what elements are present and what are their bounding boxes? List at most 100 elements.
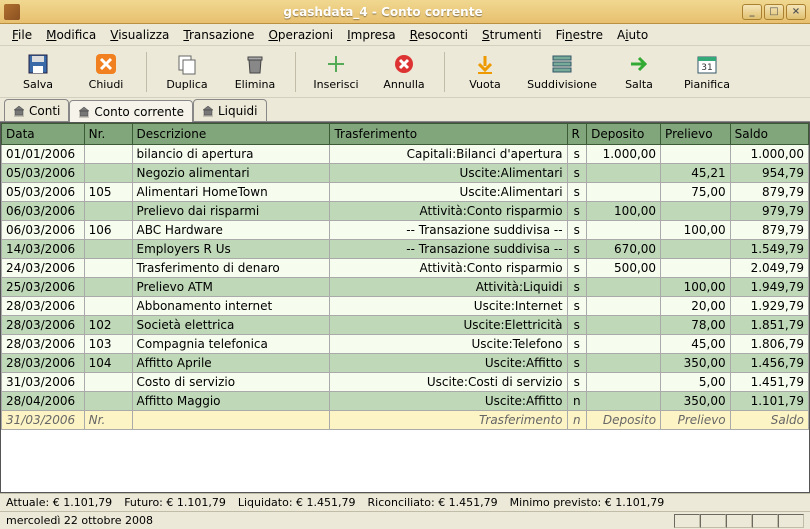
- cell-trans[interactable]: Attività:Liquidi: [330, 278, 567, 297]
- cell-nr[interactable]: [84, 240, 132, 259]
- cell-sal[interactable]: 879,79: [730, 221, 808, 240]
- cell-nr[interactable]: Nr.: [84, 411, 132, 430]
- cell-pre[interactable]: 45,00: [661, 335, 731, 354]
- empty-button[interactable]: Vuota: [453, 48, 517, 96]
- cell-trans[interactable]: Attività:Conto risparmio: [330, 202, 567, 221]
- col-header-trans[interactable]: Trasferimento: [330, 124, 567, 145]
- cell-pre[interactable]: Prelievo: [661, 411, 731, 430]
- cell-dep[interactable]: [587, 316, 661, 335]
- window-maximize-button[interactable]: □: [764, 4, 784, 20]
- duplicate-button[interactable]: Duplica: [155, 48, 219, 96]
- cell-trans[interactable]: Uscite:Alimentari: [330, 183, 567, 202]
- cell-sal[interactable]: 979,79: [730, 202, 808, 221]
- cell-dep[interactable]: [587, 278, 661, 297]
- cell-nr[interactable]: 105: [84, 183, 132, 202]
- cell-pre[interactable]: 5,00: [661, 373, 731, 392]
- cell-nr[interactable]: 102: [84, 316, 132, 335]
- cell-trans[interactable]: Uscite:Elettricità: [330, 316, 567, 335]
- cell-r[interactable]: s: [567, 202, 587, 221]
- cell-dep[interactable]: [587, 392, 661, 411]
- cell-sal[interactable]: 1.949,79: [730, 278, 808, 297]
- jump-button[interactable]: Salta: [607, 48, 671, 96]
- cell-nr[interactable]: [84, 202, 132, 221]
- cell-dep[interactable]: 100,00: [587, 202, 661, 221]
- cell-r[interactable]: s: [567, 335, 587, 354]
- cell-data[interactable]: 28/03/2006: [2, 316, 85, 335]
- cell-trans[interactable]: Uscite:Affitto: [330, 354, 567, 373]
- save-button[interactable]: Salva: [6, 48, 70, 96]
- cell-desc[interactable]: Società elettrica: [132, 316, 330, 335]
- schedule-button[interactable]: 31 Pianifica: [675, 48, 739, 96]
- cell-nr[interactable]: [84, 164, 132, 183]
- cell-r[interactable]: s: [567, 145, 587, 164]
- cell-trans[interactable]: Uscite:Affitto: [330, 392, 567, 411]
- cell-r[interactable]: s: [567, 373, 587, 392]
- cell-dep[interactable]: [587, 297, 661, 316]
- cell-pre[interactable]: 45,21: [661, 164, 731, 183]
- cell-nr[interactable]: [84, 297, 132, 316]
- col-header-desc[interactable]: Descrizione: [132, 124, 330, 145]
- cell-trans[interactable]: -- Transazione suddivisa --: [330, 221, 567, 240]
- cell-dep[interactable]: [587, 335, 661, 354]
- cell-pre[interactable]: 350,00: [661, 354, 731, 373]
- cell-data[interactable]: 28/03/2006: [2, 297, 85, 316]
- tab-accounts[interactable]: Conti: [4, 99, 69, 121]
- cell-sal[interactable]: 1.549,79: [730, 240, 808, 259]
- cell-desc[interactable]: Affitto Maggio: [132, 392, 330, 411]
- window-close-button[interactable]: ×: [786, 4, 806, 20]
- menu-resoconti[interactable]: Resoconti: [404, 26, 474, 44]
- cell-dep[interactable]: [587, 164, 661, 183]
- ledger-row[interactable]: 28/03/2006103Compagnia telefonicaUscite:…: [2, 335, 809, 354]
- cell-pre[interactable]: 78,00: [661, 316, 731, 335]
- cell-nr[interactable]: [84, 259, 132, 278]
- cell-dep[interactable]: [587, 183, 661, 202]
- cell-desc[interactable]: Prelievo dai risparmi: [132, 202, 330, 221]
- ledger-row[interactable]: 25/03/2006Prelievo ATMAttività:Liquidis1…: [2, 278, 809, 297]
- cell-trans[interactable]: Uscite:Costi di servizio: [330, 373, 567, 392]
- col-header-pre[interactable]: Prelievo: [661, 124, 731, 145]
- cancel-button[interactable]: Annulla: [372, 48, 436, 96]
- cell-pre[interactable]: 100,00: [661, 278, 731, 297]
- cell-dep[interactable]: 670,00: [587, 240, 661, 259]
- cell-dep[interactable]: [587, 221, 661, 240]
- ledger-scroll[interactable]: Data Nr. Descrizione Trasferimento R Dep…: [1, 123, 809, 492]
- cell-pre[interactable]: [661, 202, 731, 221]
- cell-trans[interactable]: Uscite:Alimentari: [330, 164, 567, 183]
- cell-r[interactable]: s: [567, 297, 587, 316]
- cell-dep[interactable]: [587, 373, 661, 392]
- menu-impresa[interactable]: Impresa: [341, 26, 402, 44]
- cell-data[interactable]: 31/03/2006: [2, 373, 85, 392]
- cell-r[interactable]: s: [567, 183, 587, 202]
- ledger-row[interactable]: 31/03/2006Costo di servizioUscite:Costi …: [2, 373, 809, 392]
- cell-sal[interactable]: 1.851,79: [730, 316, 808, 335]
- col-header-r[interactable]: R: [567, 124, 587, 145]
- cell-data[interactable]: 05/03/2006: [2, 164, 85, 183]
- close-button[interactable]: Chiudi: [74, 48, 138, 96]
- cell-desc[interactable]: Employers R Us: [132, 240, 330, 259]
- col-header-data[interactable]: Data: [2, 124, 85, 145]
- cell-pre[interactable]: [661, 145, 731, 164]
- cell-sal[interactable]: Saldo: [730, 411, 808, 430]
- cell-trans[interactable]: Trasferimento: [330, 411, 567, 430]
- cell-sal[interactable]: 1.929,79: [730, 297, 808, 316]
- cell-trans[interactable]: Uscite:Telefono: [330, 335, 567, 354]
- ledger-row[interactable]: 28/04/2006Affitto MaggioUscite:Affitton3…: [2, 392, 809, 411]
- cell-sal[interactable]: 2.049,79: [730, 259, 808, 278]
- ledger-row[interactable]: 05/03/2006Negozio alimentariUscite:Alime…: [2, 164, 809, 183]
- cell-pre[interactable]: 350,00: [661, 392, 731, 411]
- cell-desc[interactable]: Trasferimento di denaro: [132, 259, 330, 278]
- split-button[interactable]: Suddivisione: [521, 48, 603, 96]
- cell-desc[interactable]: bilancio di apertura: [132, 145, 330, 164]
- cell-nr[interactable]: [84, 145, 132, 164]
- menu-aiuto[interactable]: Aiuto: [611, 26, 654, 44]
- cell-nr[interactable]: [84, 392, 132, 411]
- col-header-dep[interactable]: Deposito: [587, 124, 661, 145]
- cell-pre[interactable]: 20,00: [661, 297, 731, 316]
- cell-r[interactable]: s: [567, 240, 587, 259]
- menu-modifica[interactable]: Modifica: [40, 26, 102, 44]
- cell-dep[interactable]: Deposito: [587, 411, 661, 430]
- cell-r[interactable]: s: [567, 354, 587, 373]
- cell-pre[interactable]: 75,00: [661, 183, 731, 202]
- ledger-row[interactable]: 06/03/2006Prelievo dai risparmiAttività:…: [2, 202, 809, 221]
- cell-r[interactable]: s: [567, 278, 587, 297]
